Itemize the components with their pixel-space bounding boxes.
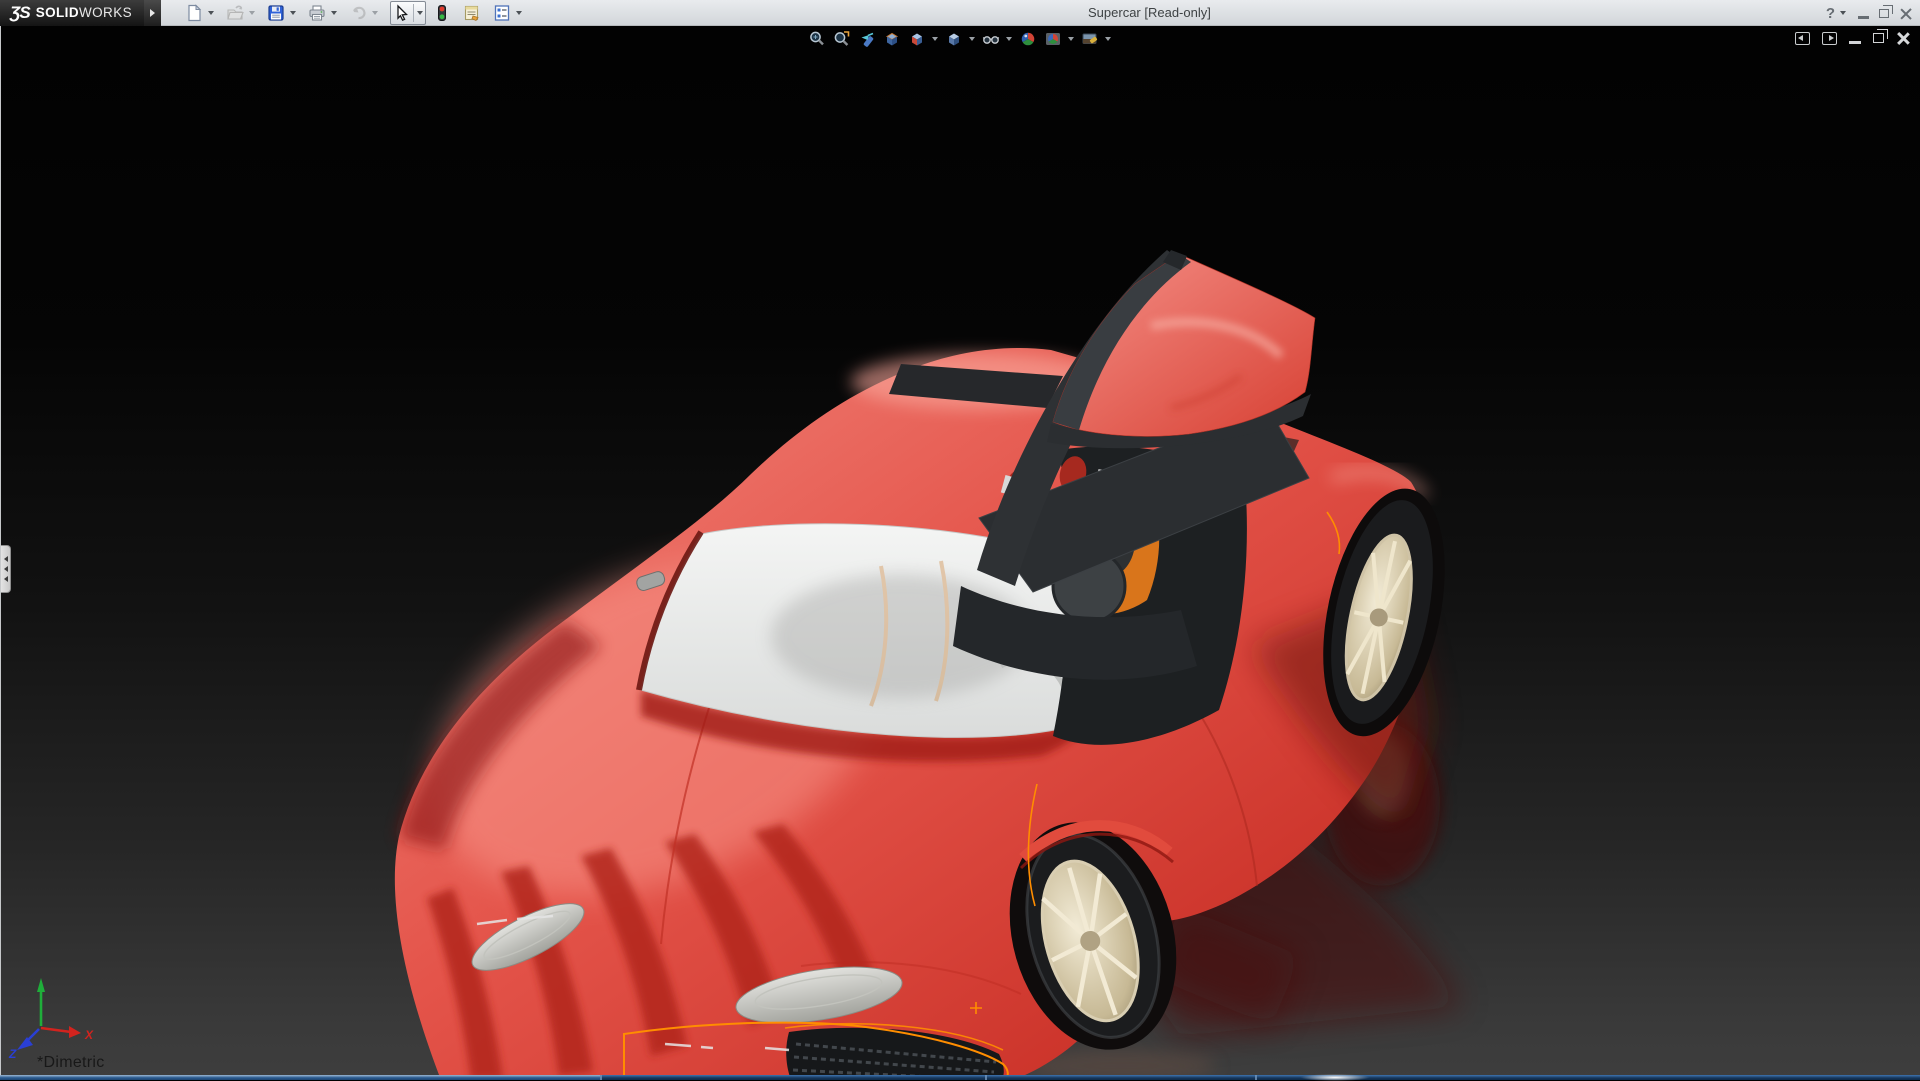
open-folder-icon [226,4,244,22]
collapse-arrow-icon [4,566,8,572]
close-button[interactable] [1899,7,1912,20]
view-settings-dropdown[interactable] [1103,28,1113,49]
previous-view-button[interactable] [855,28,878,49]
view-orientation-dropdown[interactable] [930,28,940,49]
triad-z-label: Z [8,1047,17,1061]
close-icon [1899,7,1912,20]
zoom-to-fit-button[interactable] [805,28,828,49]
print-button[interactable] [306,2,328,24]
headsup-view-toolbar [805,28,1113,49]
viewport-restore-button[interactable] [1873,33,1884,43]
appearance-sphere-icon [1019,30,1037,48]
scene-sphere-icon [1044,30,1062,48]
options-button[interactable] [491,2,513,24]
brand-text: SOLIDWORKS [36,5,132,20]
save-button[interactable] [265,2,287,24]
save-dropdown[interactable] [287,2,298,24]
rebuild-button[interactable] [431,2,453,24]
triad-x-label: X [84,1028,94,1042]
restore-icon [1879,9,1889,18]
undo-button[interactable] [347,2,369,24]
pane-collapse-left-icon [1795,32,1810,45]
open-butterfly-door[interactable] [1047,250,1315,448]
options-checklist-icon [493,4,511,22]
minimize-icon [1849,41,1861,44]
view-orientation-button[interactable] [905,28,928,49]
select-button[interactable] [391,2,413,24]
display-style-dropdown[interactable] [967,28,977,49]
printer-icon [308,4,326,22]
feature-tree-collapse-tab[interactable] [1,545,11,593]
edit-appearance-button[interactable] [1016,28,1039,49]
open-dropdown[interactable] [246,2,257,24]
help-button[interactable]: ? [1826,5,1835,22]
save-floppy-icon [267,4,285,22]
apply-scene-button[interactable] [1041,28,1064,49]
print-dropdown[interactable] [328,2,339,24]
options-dropdown[interactable] [513,2,524,24]
new-document-button[interactable] [183,2,205,24]
supercar-3d-model[interactable]: X Z [1,26,1920,1080]
flyout-arrow-icon [150,9,155,17]
viewport-window-controls [1795,31,1910,45]
solidworks-logo: ƷS SOLIDWORKS [0,0,144,26]
minimize-icon [1858,16,1869,19]
select-tool-group [390,1,426,25]
minimize-button[interactable] [1858,8,1869,19]
collapse-arrow-icon [4,576,8,582]
titlebar-window-controls: ? [1826,0,1912,26]
close-icon [1896,31,1910,45]
document-title: Supercar [Read-only] [1088,0,1211,26]
restore-icon [1873,33,1884,43]
coordinate-triad: X Z [8,978,94,1061]
select-cursor-icon [393,4,411,22]
menu-flyout-button[interactable] [144,0,161,26]
traffic-light-icon [433,4,451,22]
open-button[interactable] [224,2,246,24]
help-dropdown[interactable] [1837,2,1848,24]
viewport-minimize-button[interactable] [1849,32,1861,44]
magnifier-icon [808,30,826,48]
eyeglasses-icon [982,30,1000,48]
magnifier-area-icon [833,30,851,48]
zoom-to-area-button[interactable] [830,28,853,49]
view-orientation-label: *Dimetric [37,1054,105,1072]
previous-view-arrow-icon [858,30,876,48]
hide-show-items-button[interactable] [979,28,1002,49]
expand-right-pane-button[interactable] [1822,32,1837,45]
standard-toolbar [183,1,529,25]
apply-scene-dropdown[interactable] [1066,28,1076,49]
windows-taskbar-edge[interactable] [0,1075,1920,1080]
orientation-cube-icon [908,30,926,48]
new-document-dropdown[interactable] [205,2,216,24]
viewport-close-button[interactable] [1896,31,1910,45]
file-properties-button[interactable] [461,2,483,24]
section-cube-icon [883,30,901,48]
undo-dropdown[interactable] [369,2,380,24]
section-view-button[interactable] [880,28,903,49]
undo-arrow-icon [349,4,367,22]
collapse-arrow-icon [4,556,8,562]
pane-expand-right-icon [1822,32,1837,45]
display-style-cube-icon [945,30,963,48]
select-dropdown[interactable] [414,2,425,24]
graphics-viewport[interactable]: X Z [0,26,1920,1080]
hide-show-items-dropdown[interactable] [1004,28,1014,49]
collapse-left-pane-button[interactable] [1795,32,1810,45]
new-page-icon [185,4,203,22]
display-style-button[interactable] [942,28,965,49]
titlebar: ƷS SOLIDWORKS [0,0,1920,26]
restore-button[interactable] [1879,9,1889,18]
view-settings-icon [1081,30,1099,48]
view-settings-button[interactable] [1078,28,1101,49]
brand-glyph: ƷS [10,3,30,23]
note-hand-icon [463,4,481,22]
